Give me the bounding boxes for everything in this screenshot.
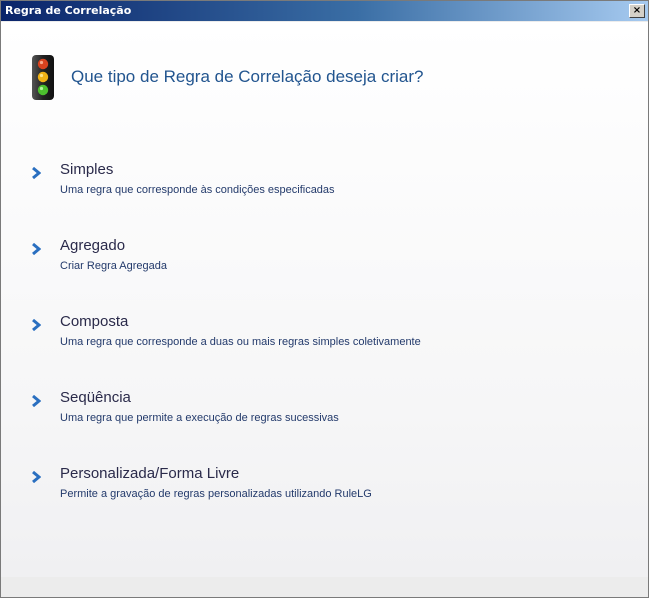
chevron-right-icon [31,240,42,259]
traffic-light-icon [30,55,56,105]
close-icon: × [632,5,642,16]
option-title[interactable]: Personalizada/Forma Livre [60,465,239,482]
option-title[interactable]: Seqüência [60,389,131,406]
title-bar[interactable]: Regra de Correlação × [1,1,648,21]
dialog-window: Regra de Correlação × Que tipo de Regra … [0,0,649,598]
status-bar [1,577,648,597]
option-description: Criar Regra Agregada [60,260,168,272]
option-description: Uma regra que permite a execução de regr… [60,412,339,424]
chevron-right-icon [31,468,42,487]
chevron-right-icon [31,392,42,411]
window-title: Regra de Correlação [5,4,132,17]
page-heading: Que tipo de Regra de Correlação deseja c… [71,67,424,86]
chevron-right-icon [31,164,42,183]
option-description: Permite a gravação de regras personaliza… [60,488,372,500]
option-title[interactable]: Simples [60,161,113,178]
option-description: Uma regra que corresponde a duas ou mais… [60,336,421,348]
option-title[interactable]: Agregado [60,237,125,254]
close-button[interactable]: × [629,4,645,18]
chevron-right-icon [31,316,42,335]
option-title[interactable]: Composta [60,313,128,330]
dialog-content: Que tipo de Regra de Correlação deseja c… [1,22,648,577]
option-description: Uma regra que corresponde às condições e… [60,184,335,196]
